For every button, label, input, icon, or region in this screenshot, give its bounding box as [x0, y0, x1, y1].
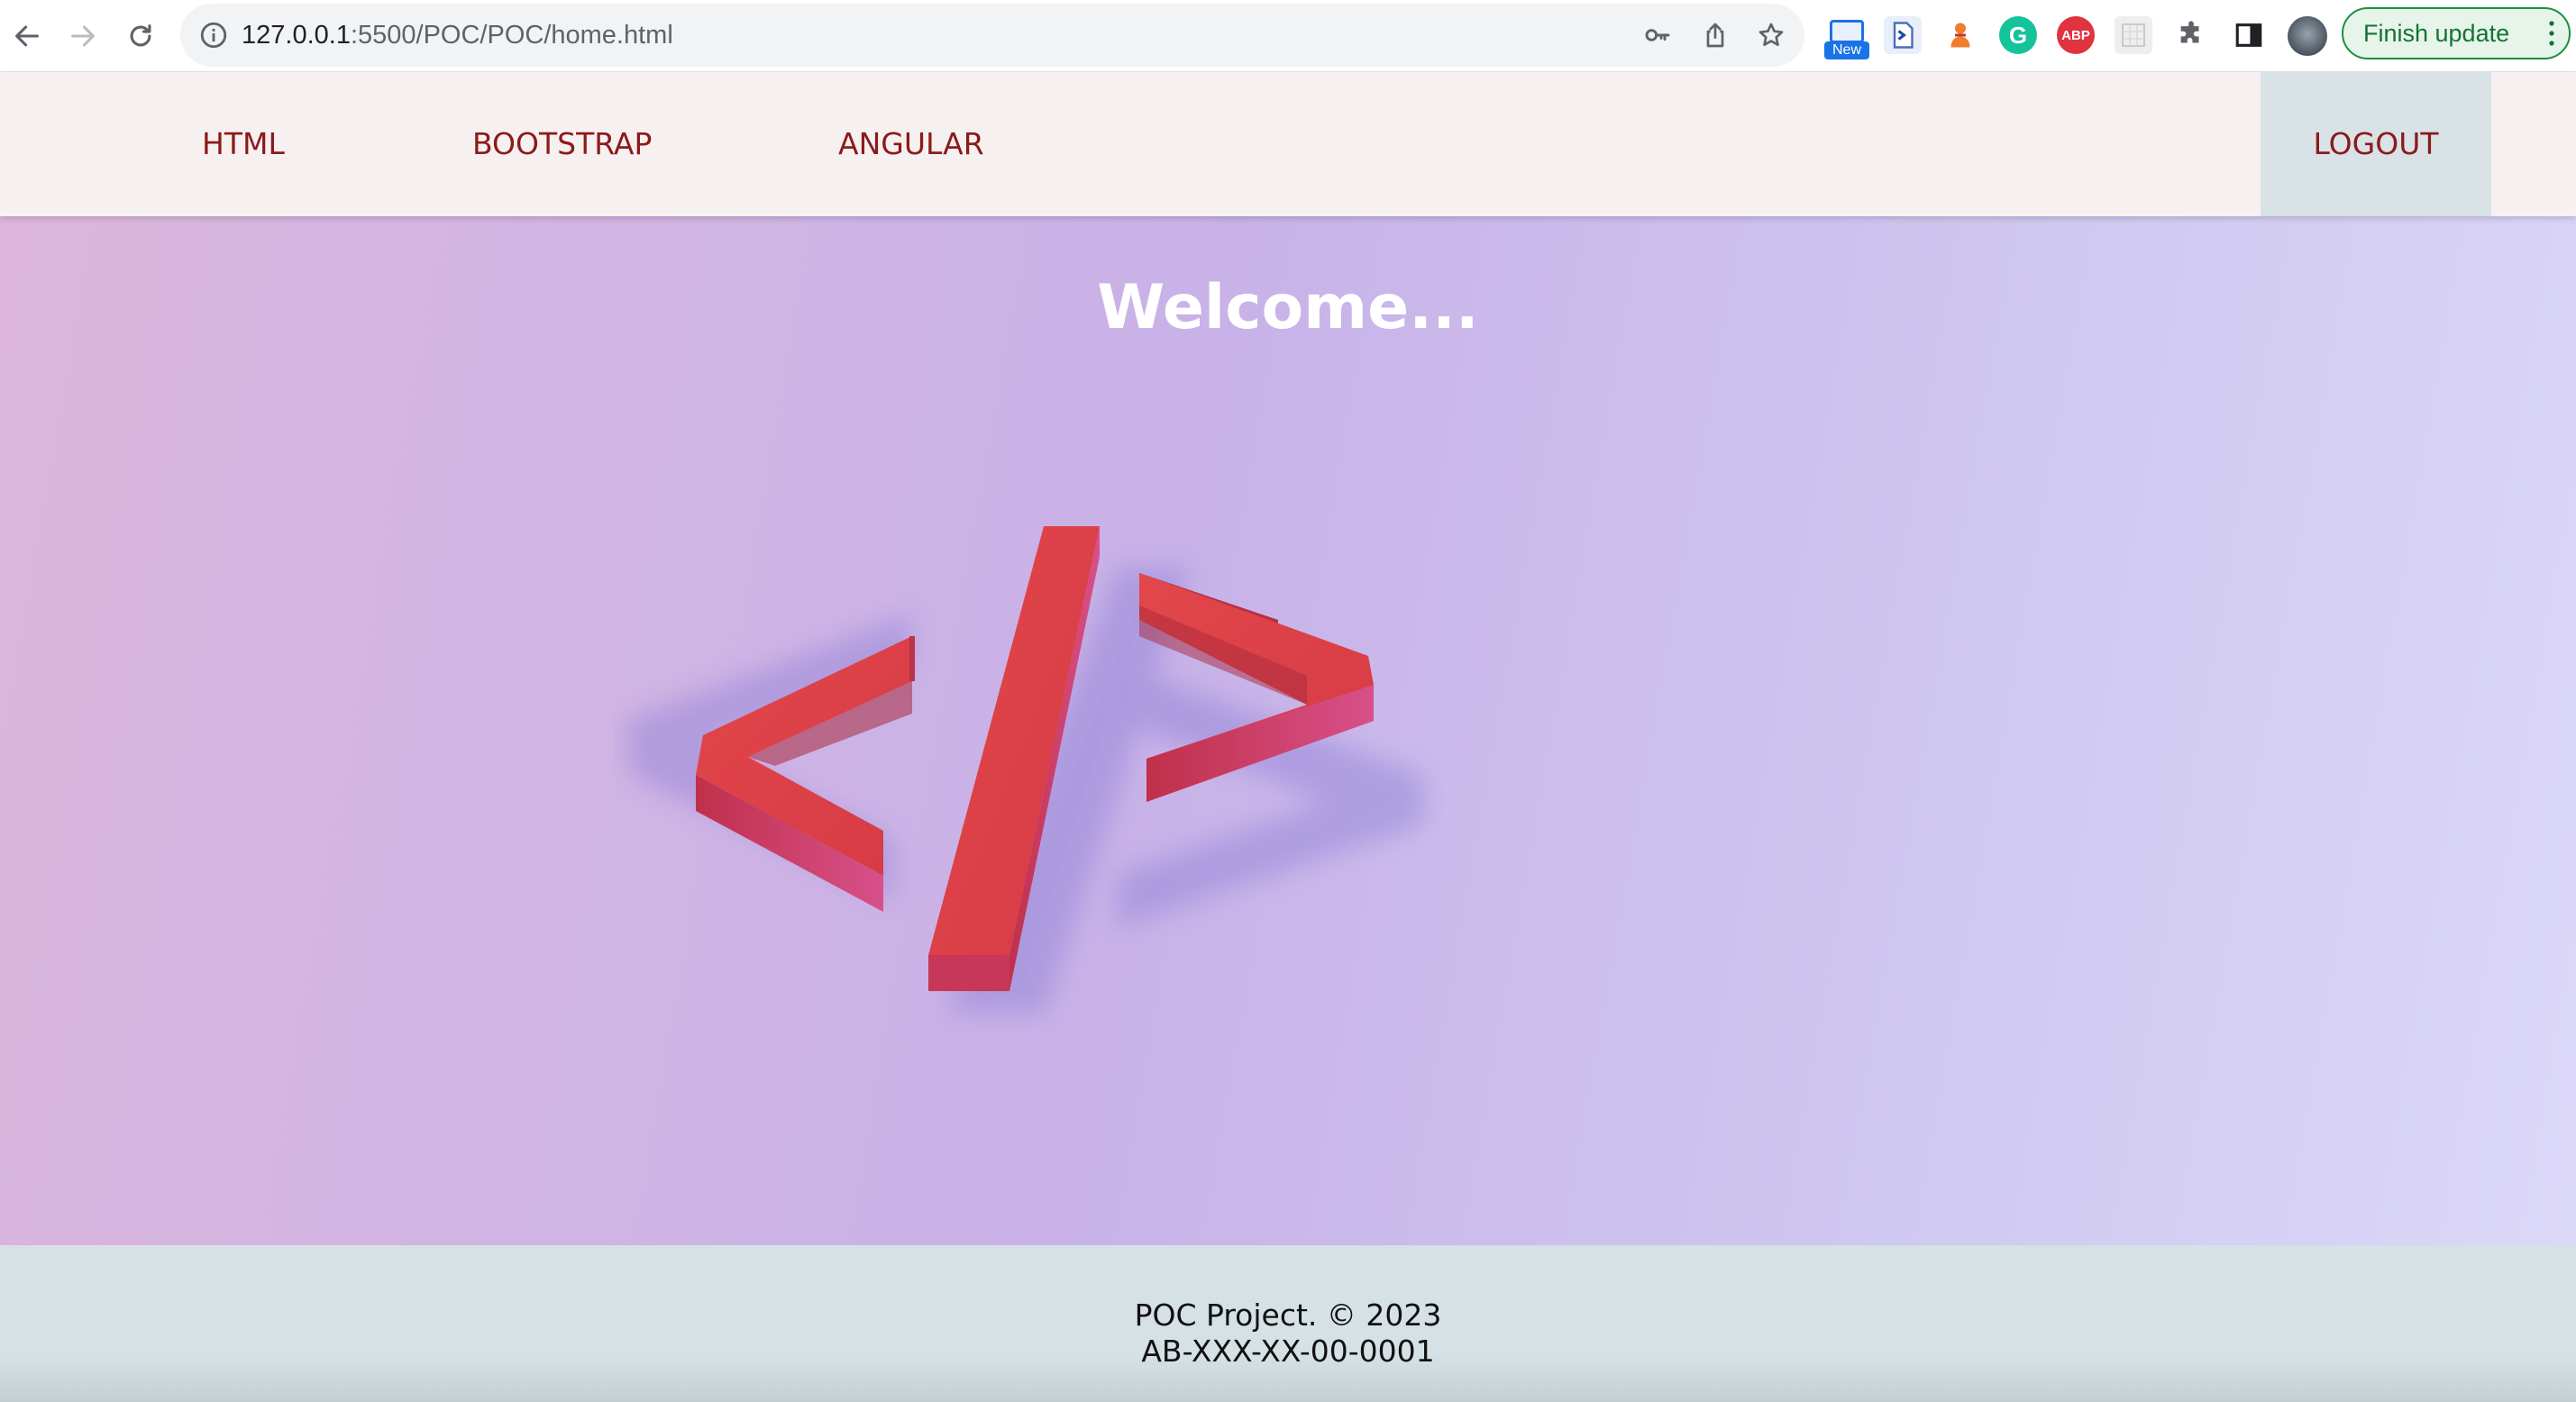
puzzle-icon: [2180, 21, 2199, 43]
reload-button[interactable]: [119, 14, 162, 58]
address-bar[interactable]: 127.0.0.1:5500/POC/POC/home.html: [180, 4, 1804, 67]
extension-grammarly[interactable]: G: [1999, 16, 2037, 54]
extensions-button[interactable]: [2172, 16, 2210, 54]
extension-adblock[interactable]: ABP: [2057, 16, 2095, 54]
logout-link[interactable]: LOGOUT: [2313, 126, 2438, 161]
nav-link-angular[interactable]: ANGULAR: [838, 72, 984, 216]
back-button[interactable]: [5, 14, 49, 58]
site-footer: POC Project. © 2023 AB-XXX-XX-00-0001: [0, 1245, 2576, 1402]
screen-capture-icon: [1830, 20, 1864, 43]
side-panel-icon[interactable]: [2233, 20, 2264, 50]
browser-toolbar: 127.0.0.1:5500/POC/POC/home.html New G A…: [0, 0, 2576, 72]
forward-button[interactable]: [61, 14, 105, 58]
nav-link-html[interactable]: HTML: [202, 72, 285, 216]
code-brackets-icon: [626, 526, 1424, 1014]
person-icon: [1950, 23, 1970, 48]
profile-avatar[interactable]: [2288, 16, 2327, 56]
nav-link-bootstrap[interactable]: BOOTSTRAP: [472, 72, 652, 216]
share-button[interactable]: [1698, 18, 1732, 52]
new-badge: New: [1824, 41, 1869, 59]
hero-title: Welcome...: [1097, 272, 1479, 343]
finish-update-button[interactable]: Finish update: [2342, 7, 2571, 59]
password-key-button[interactable]: [1640, 18, 1675, 52]
arrow-left-icon: [15, 25, 39, 47]
site-navbar: HTML BOOTSTRAP ANGULAR LOGOUT: [0, 72, 2576, 216]
logout-container[interactable]: LOGOUT: [2261, 72, 2491, 216]
reload-icon: [130, 24, 151, 47]
share-icon: [1706, 23, 1724, 48]
extension-pdf[interactable]: [1884, 16, 1922, 54]
footer-copyright: POC Project. © 2023: [1134, 1297, 1442, 1333]
url-host: 127.0.0.1: [242, 21, 351, 50]
bookmark-button[interactable]: [1754, 18, 1788, 52]
extension-new-screen[interactable]: New: [1824, 20, 1869, 59]
grid-icon: [2122, 23, 2145, 47]
footer-document-id: AB-XXX-XX-00-0001: [1141, 1334, 1435, 1369]
grammarly-icon: G: [2008, 21, 2028, 49]
info-icon[interactable]: [198, 20, 229, 50]
hero-section: Welcome...: [0, 216, 2576, 1245]
extension-grid[interactable]: [2115, 16, 2152, 54]
key-icon: [1645, 29, 1670, 41]
kebab-menu-icon: [2549, 21, 2554, 46]
arrow-right-icon: [71, 25, 95, 47]
extension-orange[interactable]: [1941, 16, 1979, 54]
adblock-icon: ABP: [2061, 27, 2090, 43]
url-path: :5500/POC/POC/home.html: [350, 21, 673, 50]
document-arrow-icon: [1893, 22, 1914, 49]
star-icon: [1758, 23, 1784, 46]
url-text[interactable]: 127.0.0.1:5500/POC/POC/home.html: [242, 4, 673, 67]
finish-update-label: Finish update: [2363, 20, 2510, 47]
